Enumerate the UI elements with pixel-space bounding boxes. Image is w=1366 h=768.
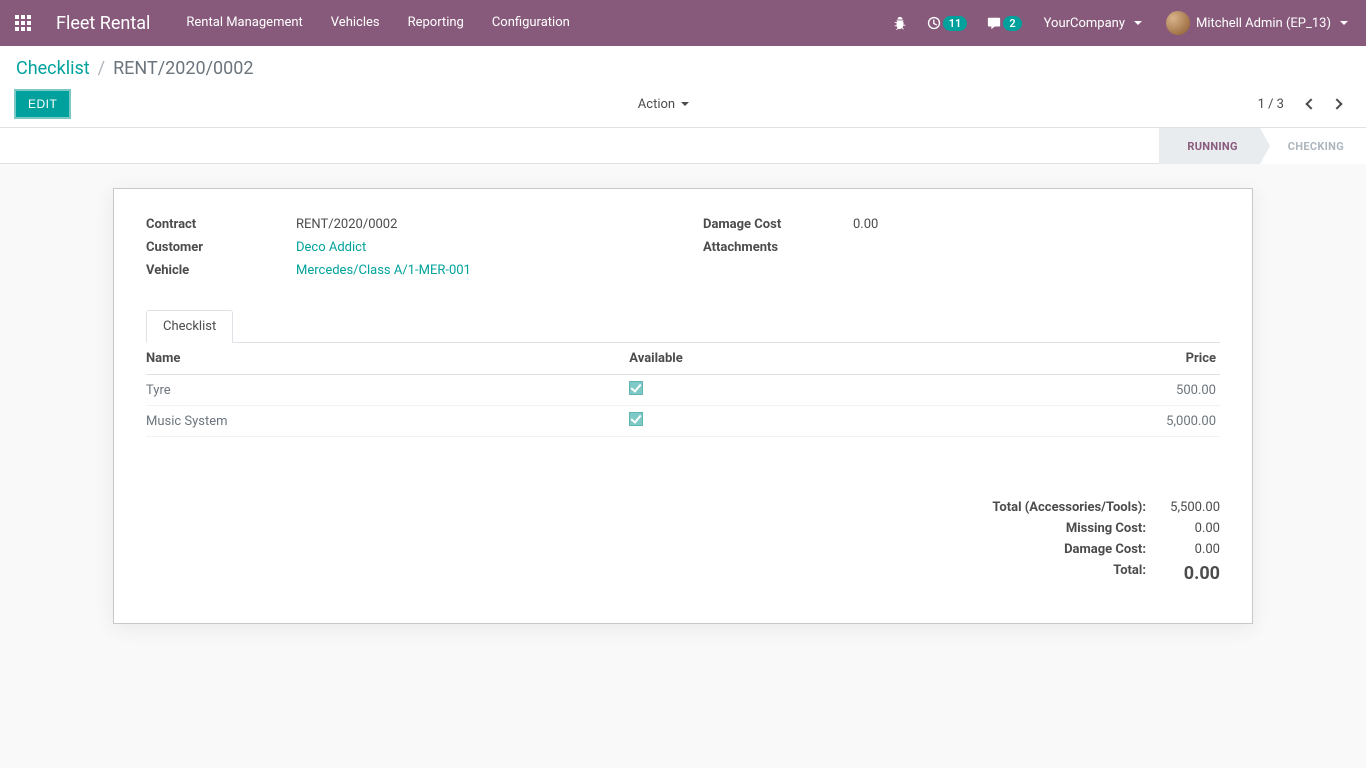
activities-badge: 11: [943, 16, 968, 31]
navbar: Fleet Rental Rental Management Vehicles …: [0, 0, 1366, 46]
table-row[interactable]: Tyre 500.00: [146, 375, 1220, 406]
checklist-table: Name Available Price Tyre 500.00 Music S…: [146, 343, 1220, 437]
top-menu: Rental Management Vehicles Reporting Con…: [172, 0, 583, 46]
damage-cost-label: Damage Cost: [703, 217, 853, 232]
contract-label: Contract: [146, 217, 296, 232]
attachments-label: Attachments: [703, 240, 853, 255]
cell-name: Tyre: [146, 375, 629, 406]
messages-badge: 2: [1003, 16, 1021, 31]
total-damage-label: Damage Cost:: [960, 542, 1160, 557]
total-missing-label: Missing Cost:: [960, 521, 1160, 536]
systray: 11 2 YourCompany Mitchell Admin (EP_13): [885, 0, 1358, 46]
contract-value: RENT/2020/0002: [296, 217, 397, 232]
activities-tray[interactable]: 11: [919, 0, 976, 46]
breadcrumb-separator: /: [98, 58, 105, 79]
menu-rental-management[interactable]: Rental Management: [172, 0, 316, 46]
th-price: Price: [1005, 343, 1220, 375]
cell-name: Music System: [146, 406, 629, 437]
chevron-left-icon: [1305, 98, 1316, 109]
breadcrumb-current: RENT/2020/0002: [113, 58, 253, 79]
menu-configuration[interactable]: Configuration: [478, 0, 584, 46]
total-grand-label: Total:: [960, 563, 1160, 584]
form-sheet: Contract RENT/2020/0002 Customer Deco Ad…: [113, 188, 1253, 624]
cell-available: [629, 406, 1005, 437]
edit-button[interactable]: EDIT: [16, 91, 69, 117]
avatar-icon: [1166, 11, 1190, 35]
total-missing-value: 0.00: [1160, 521, 1220, 536]
user-menu[interactable]: Mitchell Admin (EP_13): [1156, 0, 1358, 46]
apps-grid-icon: [15, 15, 31, 31]
messages-tray[interactable]: 2: [979, 0, 1029, 46]
clock-icon: [927, 16, 941, 30]
apps-menu-button[interactable]: [0, 0, 46, 46]
total-grand-value: 0.00: [1160, 563, 1220, 584]
cell-price: 5,000.00: [1005, 406, 1220, 437]
damage-cost-value: 0.00: [853, 217, 878, 232]
status-running[interactable]: RUNNING: [1159, 128, 1259, 164]
th-name: Name: [146, 343, 629, 375]
total-accessories-label: Total (Accessories/Tools):: [960, 500, 1160, 515]
debug-menu[interactable]: [885, 0, 915, 46]
pager-next-button[interactable]: [1324, 91, 1350, 117]
app-brand[interactable]: Fleet Rental: [46, 13, 172, 34]
control-panel: Checklist / RENT/2020/0002 EDIT Action 1…: [0, 46, 1366, 128]
company-switcher[interactable]: YourCompany: [1034, 0, 1152, 46]
caret-down-icon: [1134, 21, 1142, 25]
company-name: YourCompany: [1044, 16, 1125, 31]
vehicle-value[interactable]: Mercedes/Class A/1-MER-001: [296, 263, 471, 278]
cell-available: [629, 375, 1005, 406]
statusbar: RUNNING CHECKING: [0, 128, 1366, 164]
menu-vehicles[interactable]: Vehicles: [317, 0, 394, 46]
checkbox-checked-icon: [629, 412, 643, 426]
vehicle-label: Vehicle: [146, 263, 296, 278]
chat-icon: [987, 16, 1001, 30]
cell-price: 500.00: [1005, 375, 1220, 406]
total-accessories-value: 5,500.00: [1160, 500, 1220, 515]
action-dropdown[interactable]: Action: [630, 93, 697, 116]
th-available: Available: [629, 343, 1005, 375]
breadcrumb: Checklist / RENT/2020/0002: [0, 46, 1366, 85]
action-label: Action: [638, 97, 675, 112]
customer-label: Customer: [146, 240, 296, 255]
status-checking[interactable]: CHECKING: [1260, 128, 1366, 164]
checkbox-checked-icon: [629, 381, 643, 395]
pager-prev-button[interactable]: [1298, 91, 1324, 117]
totals: Total (Accessories/Tools): 5,500.00 Miss…: [146, 497, 1220, 587]
tab-checklist[interactable]: Checklist: [146, 310, 233, 343]
pager-counter[interactable]: 1 / 3: [1258, 97, 1284, 112]
caret-down-icon: [1340, 21, 1348, 25]
customer-value[interactable]: Deco Addict: [296, 240, 366, 255]
table-row[interactable]: Music System 5,000.00: [146, 406, 1220, 437]
total-damage-value: 0.00: [1160, 542, 1220, 557]
tabs: Checklist: [146, 310, 1220, 343]
user-name: Mitchell Admin (EP_13): [1196, 16, 1331, 31]
chevron-right-icon: [1331, 98, 1342, 109]
caret-down-icon: [681, 102, 689, 106]
menu-reporting[interactable]: Reporting: [394, 0, 478, 46]
breadcrumb-parent[interactable]: Checklist: [16, 58, 90, 79]
bug-icon: [893, 16, 907, 30]
